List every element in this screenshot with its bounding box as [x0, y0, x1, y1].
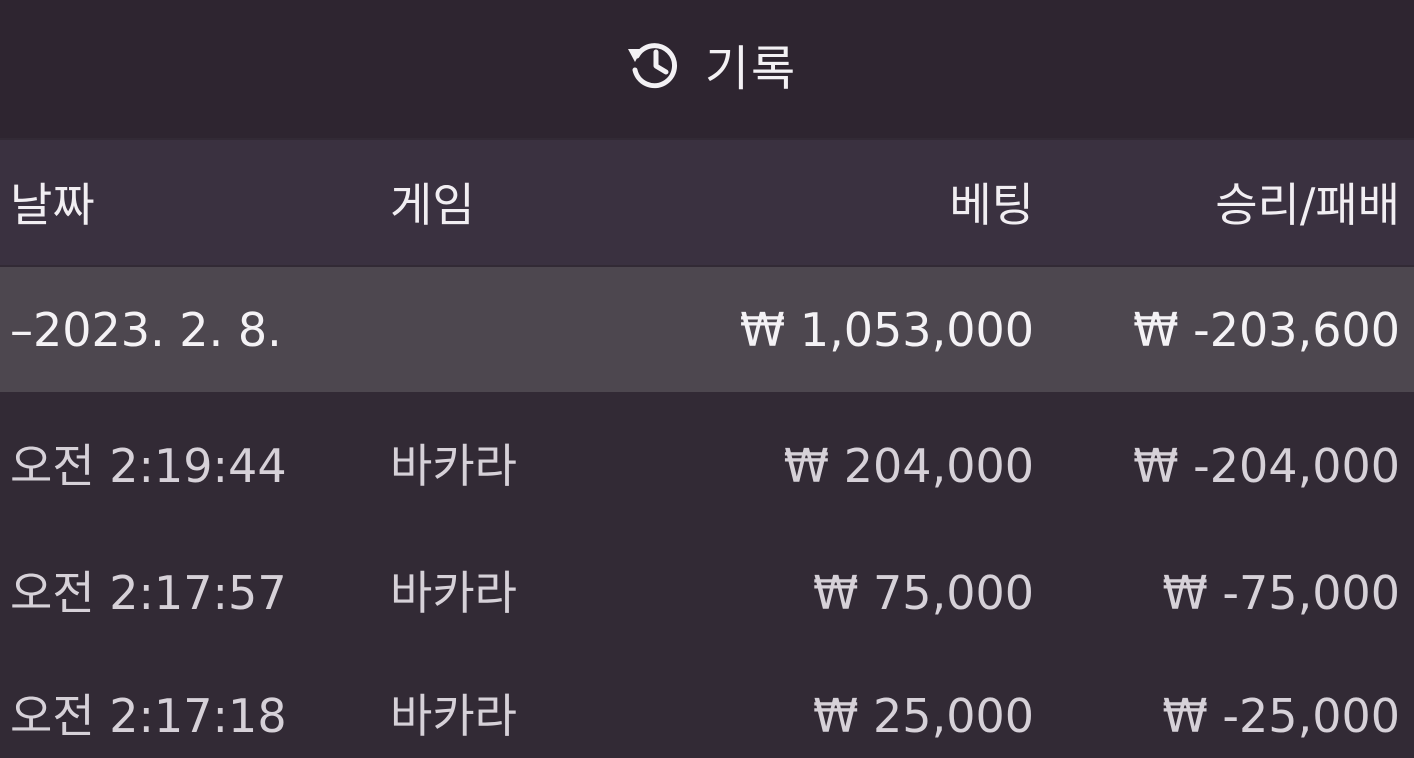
- row-result: ₩ -75,000: [1162, 566, 1400, 620]
- row-bet: ₩ 75,000: [812, 566, 1034, 620]
- row-time: 오전 2:17:18: [10, 689, 287, 743]
- summary-bet-total: ₩ 1,053,000: [739, 303, 1034, 357]
- table-header: 날짜 게임 베팅 승리/패배: [0, 140, 1414, 265]
- column-header-date[interactable]: 날짜: [10, 182, 95, 228]
- row-result: ₩ -204,000: [1133, 439, 1400, 493]
- column-header-result[interactable]: 승리/패배: [1215, 182, 1400, 228]
- summary-date: –2023. 2. 8.: [10, 303, 282, 357]
- table-row[interactable]: 오전 2:19:44 바카라 ₩ 204,000 ₩ -204,000: [0, 403, 1414, 528]
- column-header-bet[interactable]: 베팅: [949, 182, 1034, 228]
- row-bet: ₩ 25,000: [812, 689, 1034, 743]
- page-title: 기록: [704, 41, 798, 97]
- row-time: 오전 2:17:57: [10, 566, 287, 620]
- row-time: 오전 2:19:44: [10, 439, 287, 493]
- table-row[interactable]: 오전 2:17:18 바카라 ₩ 25,000 ₩ -25,000: [0, 653, 1414, 758]
- table-row[interactable]: 오전 2:17:57 바카라 ₩ 75,000 ₩ -75,000: [0, 530, 1414, 655]
- row-game: 바카라: [390, 439, 517, 493]
- history-screen: 기록 날짜 게임 베팅 승리/패배 –2023. 2. 8. ₩ 1,053,0…: [0, 0, 1414, 758]
- column-header-game[interactable]: 게임: [390, 182, 475, 228]
- title-group: 기록: [625, 29, 797, 99]
- summary-result-total: ₩ -203,600: [1133, 303, 1400, 357]
- date-summary-row[interactable]: –2023. 2. 8. ₩ 1,053,000 ₩ -203,600: [0, 267, 1414, 392]
- row-result: ₩ -25,000: [1162, 689, 1400, 743]
- history-icon: [625, 35, 683, 93]
- row-game: 바카라: [390, 689, 517, 743]
- row-game: 바카라: [390, 566, 517, 620]
- title-bar: 기록: [0, 0, 1414, 138]
- row-bet: ₩ 204,000: [783, 439, 1034, 493]
